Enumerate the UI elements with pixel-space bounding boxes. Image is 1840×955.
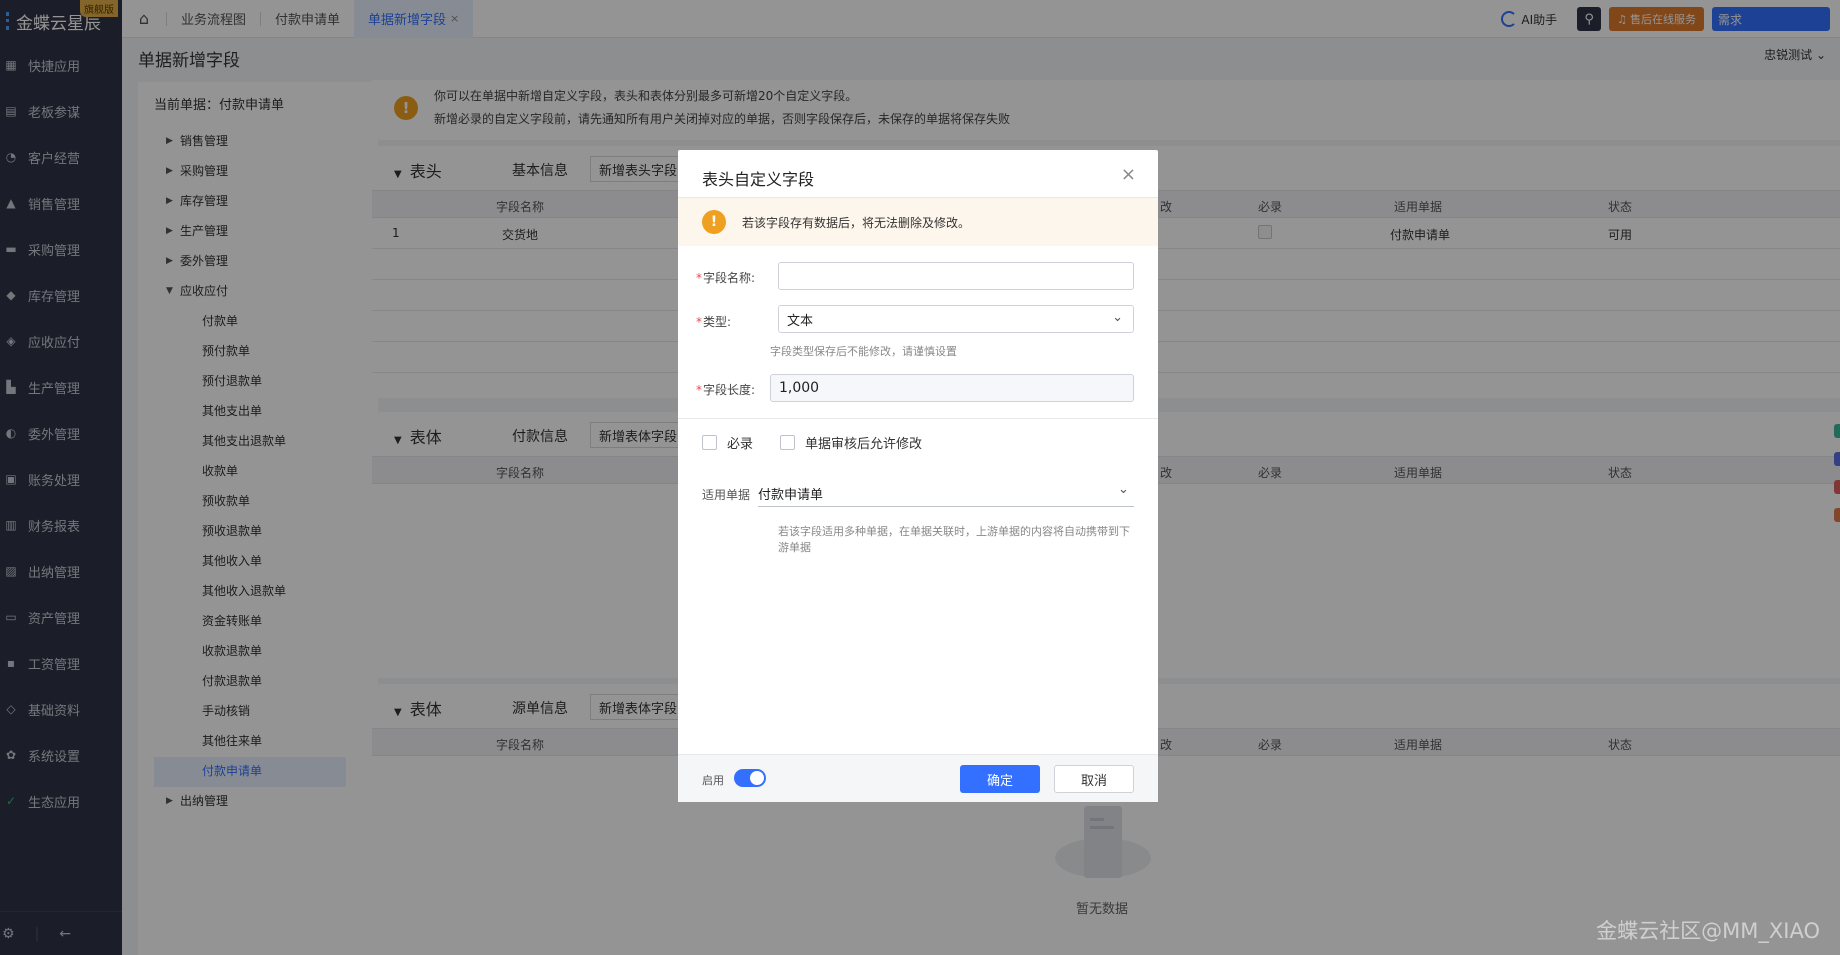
length-value: 1,000: [779, 380, 820, 396]
checkbox-label: 必录: [727, 437, 754, 452]
required-checkbox[interactable]: 必录: [702, 433, 753, 452]
dialog-warning-text: 若该字段存有数据后，将无法删除及修改。: [742, 216, 971, 230]
allow-edit-after-audit-checkbox[interactable]: 单据审核后允许修改: [780, 433, 922, 452]
cancel-button[interactable]: 取消: [1054, 765, 1134, 793]
applies-select-underline: [758, 506, 1134, 507]
label-text: 类型:: [703, 315, 732, 329]
chevron-down-icon: ⌄: [1112, 310, 1123, 325]
label-text: 字段名称:: [703, 271, 756, 285]
watermark: 金蝶云社区@MM_XIAO: [1596, 919, 1820, 943]
type-select[interactable]: 文本 ⌄: [778, 305, 1134, 333]
warning-icon: !: [702, 210, 726, 234]
applies-hint: 若该字段适用多种单据，在单据关联时，上游单据的内容将自动携带到下游单据: [778, 525, 1130, 554]
enable-label: 启用: [702, 774, 724, 787]
field-name-label: *字段名称:: [696, 271, 756, 285]
close-icon[interactable]: ×: [1121, 164, 1136, 185]
toggle-knob: [750, 771, 764, 785]
label-text: 字段长度:: [703, 383, 756, 397]
dialog-title: 表头自定义字段: [702, 170, 815, 189]
type-select-value: 文本: [787, 313, 814, 329]
divider: [678, 418, 1158, 419]
field-name-input[interactable]: [778, 262, 1134, 290]
applies-select-value[interactable]: 付款申请单: [758, 484, 823, 503]
type-hint: 字段类型保存后不能修改，请谨慎设置: [770, 345, 957, 358]
confirm-button[interactable]: 确定: [960, 765, 1040, 793]
checkbox-box: [702, 435, 717, 450]
dialog-footer: 启用 确定 取消: [678, 754, 1158, 802]
length-input[interactable]: 1,000: [770, 374, 1134, 402]
dialog-warning: ! 若该字段存有数据后，将无法删除及修改。: [678, 198, 1158, 246]
enable-toggle[interactable]: [734, 769, 766, 787]
type-label: *类型:: [696, 315, 732, 329]
custom-field-dialog: 表头自定义字段 × ! 若该字段存有数据后，将无法删除及修改。 *字段名称: *…: [678, 150, 1158, 802]
checkbox-box: [780, 435, 795, 450]
checkbox-label: 单据审核后允许修改: [805, 437, 923, 452]
chevron-down-icon[interactable]: ⌄: [1118, 482, 1129, 497]
length-label: *字段长度:: [696, 383, 756, 397]
applies-label: 适用单据: [702, 488, 751, 502]
